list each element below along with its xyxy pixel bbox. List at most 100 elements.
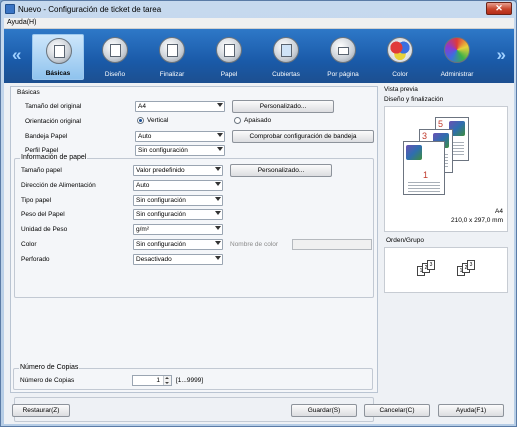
- menu-help[interactable]: Ayuda(H): [7, 19, 36, 26]
- tab-label: Cubiertas: [272, 71, 300, 78]
- preview-page-1: 1: [403, 141, 445, 195]
- tab-papel[interactable]: Papel: [203, 34, 255, 80]
- paper-info-legend: Información de papel: [20, 154, 88, 161]
- chevron-down-icon: [215, 211, 221, 215]
- tab-por-pagina[interactable]: Por página: [317, 34, 369, 80]
- app-window: Nuevo - Configuración de ticket de tarea…: [0, 0, 517, 427]
- tab-basicas[interactable]: Básicas: [32, 34, 84, 80]
- tab-cubiertas[interactable]: Cubiertas: [260, 34, 312, 80]
- paper-profile-label: Perfil Papel: [25, 147, 59, 154]
- per-page-icon: [330, 37, 356, 63]
- paper-weight-select[interactable]: Sin configuración: [133, 209, 223, 220]
- color-name-label: Nombre de color: [230, 241, 279, 248]
- ribbon-next-arrow-icon[interactable]: »: [497, 45, 506, 65]
- orientation-landscape-radio[interactable]: [234, 117, 241, 124]
- covers-icon: [273, 37, 299, 63]
- paper-size-select[interactable]: Valor predefinido: [133, 165, 223, 176]
- admin-icon: [444, 37, 470, 63]
- orientation-label: Orientación original: [25, 118, 82, 125]
- color-icon: [387, 37, 413, 63]
- order-group-label: Orden/Grupo: [386, 237, 424, 244]
- window-title: Nuevo - Configuración de ticket de tarea: [18, 5, 162, 14]
- tab-diseno[interactable]: Diseño: [89, 34, 141, 80]
- help-button[interactable]: Ayuda(F1): [438, 404, 504, 417]
- reset-button[interactable]: Restaurar(Z): [12, 404, 70, 417]
- chevron-down-icon: [215, 256, 221, 260]
- chevron-down-icon: [217, 147, 223, 151]
- original-size-select[interactable]: A4: [135, 101, 225, 112]
- basicas-group: Básicas Tamaño del original A4 Personali…: [14, 89, 374, 156]
- tab-administrar[interactable]: Administrar: [431, 34, 483, 80]
- settings-panel: Básicas Tamaño del original A4 Personali…: [10, 86, 378, 422]
- punched-select[interactable]: Desactivado: [133, 254, 223, 265]
- weight-unit-select[interactable]: g/m²: [133, 224, 223, 235]
- tab-finalizar[interactable]: Finalizar: [146, 34, 198, 80]
- weight-unit-label: Unidad de Peso: [21, 226, 68, 233]
- chevron-down-icon: [217, 133, 223, 137]
- spinner-arrows-icon[interactable]: [163, 376, 171, 385]
- layout-finishing-label: Diseño y finalización: [384, 96, 444, 103]
- preview-panel: Vista previa Diseño y finalización 5 3 1…: [382, 86, 510, 393]
- copies-range: [1...9999]: [176, 377, 204, 384]
- copies-label: Número de Copias: [20, 377, 75, 384]
- orientation-landscape-label: Apaisado: [244, 117, 272, 124]
- app-icon: [5, 4, 15, 14]
- paper-icon: [216, 37, 242, 63]
- tab-label: Papel: [220, 71, 238, 78]
- layout-preview: 5 3 1 A4 210,0 x 297,0 mm: [384, 106, 508, 232]
- paper-size-custom-button[interactable]: Personalizado...: [230, 164, 332, 177]
- tab-label: Finalizar: [159, 71, 185, 78]
- menu-bar: Ayuda(H): [4, 18, 514, 29]
- chevron-down-icon: [215, 197, 221, 201]
- copies-stepper[interactable]: 1: [132, 375, 172, 386]
- paper-type-label: Tipo papel: [21, 197, 52, 204]
- copies-group-frame: Número de Copias Número de Copias 1 [1..…: [13, 364, 373, 390]
- punched-label: Perforado: [21, 256, 50, 263]
- group2-page-3: 3: [467, 260, 475, 270]
- paper-info-group: Información de papel Tamaño papel Valor …: [14, 154, 374, 298]
- check-tray-button[interactable]: Comprobar configuración de bandeja: [232, 130, 374, 143]
- paper-type-select[interactable]: Sin configuración: [133, 195, 223, 206]
- title-bar: Nuevo - Configuración de ticket de tarea…: [1, 1, 516, 18]
- tab-label: Por página: [327, 71, 359, 78]
- tab-label: Diseño: [104, 71, 126, 78]
- ribbon-prev-arrow-icon[interactable]: «: [12, 45, 21, 65]
- orientation-vertical-label: Vertical: [147, 117, 169, 124]
- feed-direction-select[interactable]: Auto: [133, 180, 223, 191]
- chevron-down-icon: [215, 241, 221, 245]
- feed-direction-label: Dirección de Alimentación: [21, 182, 96, 189]
- original-size-label: Tamaño del original: [25, 103, 82, 110]
- chevron-down-icon: [215, 167, 221, 171]
- chevron-down-icon: [217, 103, 223, 107]
- tab-label: Color: [392, 71, 408, 78]
- tab-color[interactable]: Color: [374, 34, 426, 80]
- group1-page-3: 3: [427, 260, 435, 270]
- tab-label: Básicas: [45, 70, 71, 77]
- tray-select[interactable]: Auto: [135, 131, 225, 142]
- finishing-icon: [159, 37, 185, 63]
- preview-title: Vista previa: [384, 86, 418, 93]
- basicas-legend: Básicas: [17, 89, 40, 96]
- preview-paper-dims: 210,0 x 297,0 mm: [450, 217, 503, 224]
- color-name-input: [292, 239, 372, 250]
- basic-settings-icon: [46, 38, 72, 64]
- client-area: « Básicas Diseño Finalizar Papel Cubiert…: [4, 29, 514, 424]
- paper-profile-select[interactable]: Sin configuración: [135, 145, 225, 156]
- paper-color-select[interactable]: Sin configuración: [133, 239, 223, 250]
- preview-paper-name: A4: [495, 208, 503, 215]
- original-size-custom-button[interactable]: Personalizado...: [232, 100, 334, 113]
- close-button[interactable]: ✕: [486, 2, 512, 15]
- tab-label: Administrar: [440, 71, 474, 78]
- paper-size-label: Tamaño papel: [21, 167, 62, 174]
- cancel-button[interactable]: Cancelar(C): [364, 404, 430, 417]
- orientation-vertical-radio[interactable]: [137, 117, 144, 124]
- order-group-preview: 1 2 3 1 2 3: [384, 247, 508, 293]
- chevron-down-icon: [215, 182, 221, 186]
- paper-weight-label: Peso del Papel: [21, 211, 65, 218]
- copies-legend: Número de Copias: [19, 364, 80, 371]
- paper-color-label: Color: [21, 241, 37, 248]
- save-button[interactable]: Guardar(S): [291, 404, 357, 417]
- chevron-down-icon: [215, 226, 221, 230]
- layout-icon: [102, 37, 128, 63]
- tray-label: Bandeja Papel: [25, 133, 68, 140]
